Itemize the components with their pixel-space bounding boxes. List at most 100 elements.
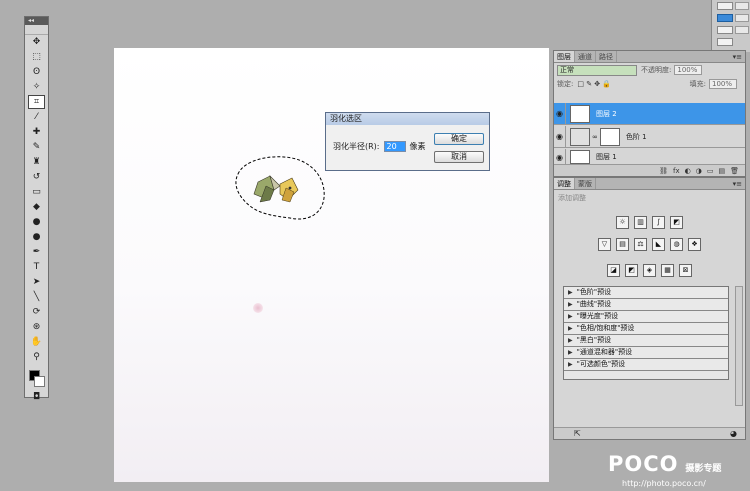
photo-filter-icon[interactable]: ◍ <box>670 238 683 251</box>
new-group-icon[interactable]: ▭ <box>707 165 714 176</box>
preset-black-white[interactable]: ▶ "黑白"预设 <box>564 335 728 347</box>
tab-layers[interactable]: 图层 <box>554 51 575 62</box>
butterfly-image <box>253 174 299 203</box>
threshold-icon[interactable]: ◈ <box>643 264 656 277</box>
preset-label: "可选颜色"预设 <box>576 360 626 368</box>
link-layers-icon[interactable]: ⛓ <box>659 165 668 176</box>
lasso-tool[interactable]: ʘ <box>28 65 45 79</box>
3d-rotate-tool[interactable]: ⟳ <box>28 305 45 319</box>
thumbnail-item[interactable] <box>735 14 749 22</box>
blend-mode-select[interactable]: 正常 <box>557 64 637 76</box>
crop-tool[interactable]: ⌗ <box>28 95 45 109</box>
thumbnail-item[interactable] <box>717 26 733 34</box>
eraser-tool[interactable]: ▭ <box>28 185 45 199</box>
preset-channel-mixer[interactable]: ▶ "通道混和器"预设 <box>564 347 728 359</box>
panel-menu-icon[interactable]: ▾≡ <box>733 178 745 189</box>
ok-button[interactable]: 确定 <box>434 133 484 145</box>
tab-channels[interactable]: 通道 <box>575 51 596 62</box>
thumbnail-item-selected[interactable] <box>717 14 733 22</box>
return-to-list-icon[interactable]: ⇱ <box>574 428 581 440</box>
blend-row: 正常 不透明度: 100% <box>554 63 745 77</box>
fill-input[interactable]: 100% <box>709 79 737 89</box>
cancel-button[interactable]: 取消 <box>434 151 484 163</box>
feather-radius-input[interactable]: 20 <box>383 141 406 152</box>
thumbnail-item[interactable] <box>735 26 749 34</box>
curves-icon[interactable]: ∫ <box>652 216 665 229</box>
preset-exposure[interactable]: ▶ "曝光度"预设 <box>564 311 728 323</box>
gradient-map-icon[interactable]: ▦ <box>661 264 674 277</box>
preset-hue-saturation[interactable]: ▶ "色相/饱和度"预设 <box>564 323 728 335</box>
hue-saturation-icon[interactable]: ▤ <box>616 238 629 251</box>
healing-brush-tool[interactable]: ✚ <box>28 125 45 139</box>
fx-icon[interactable]: fx <box>673 165 680 176</box>
hand-tool[interactable]: ✋ <box>28 335 45 349</box>
toolbox-grip[interactable] <box>25 25 48 35</box>
toolbox-collapse-button[interactable]: ◂◂ <box>25 17 48 25</box>
lasso-icon: ʘ <box>32 66 41 77</box>
preset-curves[interactable]: ▶ "曲线"预设 <box>564 299 728 311</box>
expand-triangle-icon: ▶ <box>568 301 573 308</box>
posterize-icon[interactable]: ◩ <box>625 264 638 277</box>
new-layer-icon[interactable]: ▤ <box>718 165 725 176</box>
path-selection-tool[interactable]: ➤ <box>28 275 45 289</box>
pen-tool[interactable]: ✒ <box>28 245 45 259</box>
layer-row-levels[interactable]: ◉ ∞ 色阶 1 <box>554 125 745 148</box>
paint-bucket-tool[interactable]: ◆ <box>28 200 45 214</box>
levels-icon[interactable]: ▥ <box>634 216 647 229</box>
blur-icon: ● <box>32 216 41 227</box>
black-white-icon[interactable]: ◣ <box>652 238 665 251</box>
info-icon[interactable]: ◕ <box>730 428 737 440</box>
eraser-icon: ▭ <box>32 186 41 197</box>
panel-menu-icon[interactable]: ▾≡ <box>733 51 745 62</box>
tab-masks[interactable]: 蒙版 <box>575 178 596 189</box>
3d-orbit-tool[interactable]: ⊛ <box>28 320 45 334</box>
type-icon: T <box>33 261 40 272</box>
visibility-eye-icon[interactable]: ◉ <box>554 102 566 125</box>
history-brush-tool[interactable]: ↺ <box>28 170 45 184</box>
quick-mask-button[interactable]: ◘ <box>28 390 45 404</box>
color-balance-icon[interactable]: ⚖ <box>634 238 647 251</box>
marquee-icon: ⬚ <box>32 51 41 62</box>
visibility-eye-icon[interactable]: ◉ <box>554 149 566 165</box>
preset-levels[interactable]: ▶ "色阶"预设 <box>564 287 728 299</box>
clone-stamp-tool[interactable]: ♜ <box>28 155 45 169</box>
background-color-swatch[interactable] <box>34 376 45 387</box>
vibrance-icon[interactable]: ▽ <box>598 238 611 251</box>
3d-rotate-icon: ⟳ <box>32 306 41 317</box>
brush-tool[interactable]: ✎ <box>28 140 45 154</box>
invert-icon[interactable]: ◪ <box>607 264 620 277</box>
eyedropper-icon: ⁄ <box>35 111 38 122</box>
thumbnail-item[interactable] <box>735 2 749 10</box>
line-tool[interactable]: ╲ <box>28 290 45 304</box>
channel-mixer-icon[interactable]: ❖ <box>688 238 701 251</box>
layer-row-2[interactable]: ◉ 图层 2 <box>554 102 745 125</box>
layers-footer: ⛓ fx ◐ ◑ ▭ ▤ 🗑 <box>554 164 745 176</box>
thumbnail-item[interactable] <box>717 2 733 10</box>
brightness-contrast-icon[interactable]: ☼ <box>616 216 629 229</box>
eyedropper-tool[interactable]: ⁄ <box>28 110 45 124</box>
add-mask-icon[interactable]: ◐ <box>685 165 691 176</box>
type-tool[interactable]: T <box>28 260 45 274</box>
expand-triangle-icon: ▶ <box>568 337 573 344</box>
blur-tool[interactable]: ● <box>28 215 45 229</box>
adjustment-layer-icon[interactable]: ◑ <box>696 165 702 176</box>
preset-selective-color[interactable]: ▶ "可选颜色"预设 <box>564 359 728 371</box>
presets-scrollbar[interactable] <box>735 286 743 406</box>
preset-label: "通道混和器"预设 <box>576 348 633 356</box>
selective-color-icon[interactable]: ⊠ <box>679 264 692 277</box>
layer-row-1[interactable]: ◉ 图层 1 <box>554 149 745 165</box>
zoom-tool[interactable]: ⚲ <box>28 350 45 364</box>
move-tool[interactable]: ✥ <box>28 35 45 49</box>
tab-adjustments[interactable]: 调整 <box>554 178 575 189</box>
add-adjustment-hint: 添加调整 <box>558 194 586 202</box>
exposure-icon[interactable]: ◩ <box>670 216 683 229</box>
thumbnail-item[interactable] <box>717 38 733 46</box>
magic-wand-tool[interactable]: ✧ <box>28 80 45 94</box>
trash-icon[interactable]: 🗑 <box>730 165 739 176</box>
dodge-tool[interactable]: ● <box>28 230 45 244</box>
tab-paths[interactable]: 路径 <box>596 51 617 62</box>
opacity-input[interactable]: 100% <box>674 65 703 75</box>
marquee-tool[interactable]: ⬚ <box>28 50 45 64</box>
lock-icons[interactable]: □ ✎ ✥ 🔒 <box>577 80 611 88</box>
visibility-eye-icon[interactable]: ◉ <box>554 125 566 148</box>
